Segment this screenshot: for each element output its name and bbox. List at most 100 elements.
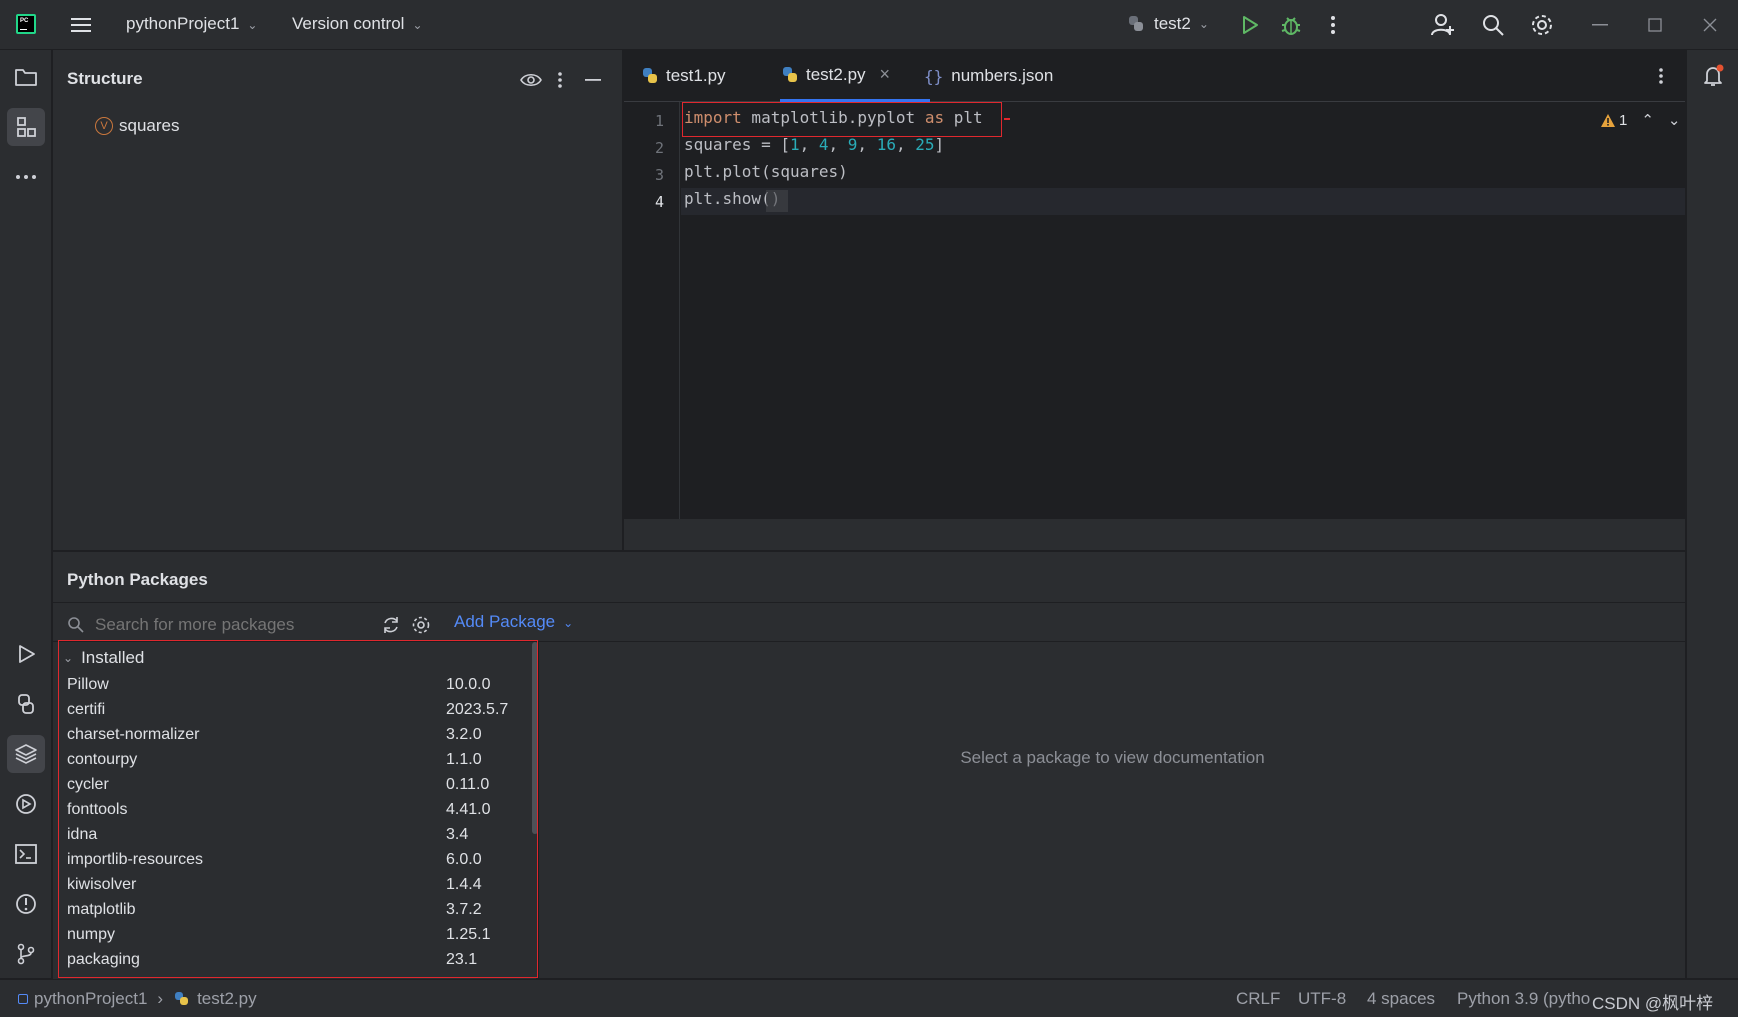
encoding-widget[interactable]: UTF-8	[1298, 989, 1346, 1009]
search-icon	[68, 617, 84, 633]
run-config-name: test2	[1154, 14, 1191, 33]
status-bar: pythonProject1 › test2.py CRLF UTF-8 4 s…	[0, 979, 1738, 1017]
close-window-icon[interactable]	[1698, 14, 1722, 36]
structure-options-icon[interactable]	[553, 68, 567, 92]
previous-highlight-icon[interactable]: ⌃	[1641, 111, 1654, 129]
tab-label: numbers.json	[951, 66, 1054, 85]
python-file-icon	[643, 68, 657, 83]
json-file-icon: {}	[924, 66, 944, 86]
packages-title: Python Packages	[67, 570, 208, 589]
tab-test1-py[interactable]: test1.py	[640, 50, 726, 102]
chevron-down-icon: ⌄	[563, 615, 574, 630]
chevron-down-icon: ⌄	[1198, 17, 1209, 31]
python-file-icon	[783, 66, 797, 82]
hide-panel-icon[interactable]	[583, 68, 603, 92]
run-tool-icon[interactable]	[12, 640, 40, 668]
debug-icon[interactable]	[1279, 13, 1303, 37]
indent-widget[interactable]: 4 spaces	[1367, 989, 1435, 1009]
terminal-icon[interactable]	[12, 840, 40, 868]
code-token: ,	[895, 135, 916, 154]
inspection-widget[interactable]: 1 ⌃ ⌄	[1600, 111, 1681, 129]
breadcrumb: pythonProject1 › test2.py	[18, 989, 257, 1009]
line-number-gutter: 1 2 3 4	[624, 102, 680, 519]
code-token: ,	[799, 135, 819, 154]
line-ending-widget[interactable]: CRLF	[1236, 989, 1280, 1009]
refresh-icon[interactable]	[379, 613, 403, 637]
structure-item-squares[interactable]: V squares	[95, 114, 179, 138]
tab-test2-py[interactable]: test2.py ×	[780, 50, 930, 102]
variable-icon: V	[95, 117, 113, 135]
breadcrumb-separator-icon: ›	[157, 989, 164, 1008]
settings-gear-icon[interactable]	[1529, 12, 1555, 38]
tab-label: test2.py	[806, 64, 866, 84]
chevron-down-icon: ⌄	[412, 17, 423, 32]
python-packages-panel: Python Packages Add Package⌄ ⌄ Installed…	[53, 551, 1685, 979]
line-number: 4	[654, 193, 664, 211]
project-folder-icon[interactable]	[12, 63, 40, 91]
code-token: 16	[876, 135, 896, 154]
package-search-field[interactable]	[67, 610, 377, 640]
code-token: 9	[847, 135, 858, 154]
structure-tool-icon[interactable]	[7, 108, 45, 146]
code-token: 25	[915, 135, 935, 154]
watermark: CSDN @枫叶梓	[1592, 994, 1714, 1013]
package-settings-gear-icon[interactable]	[409, 613, 433, 637]
line-number: 2	[654, 139, 664, 157]
problems-icon[interactable]	[12, 890, 40, 918]
breadcrumb-file[interactable]: test2.py	[197, 989, 257, 1009]
code-token: as	[924, 108, 945, 127]
editor-area: test1.py test2.py × {} numbers.json 1 2 …	[624, 50, 1685, 550]
add-user-icon[interactable]	[1430, 12, 1456, 38]
panel-separator	[53, 602, 1685, 603]
python-console-icon[interactable]	[12, 690, 40, 718]
pycharm-logo-icon: PC	[16, 14, 36, 34]
python-packages-tool-icon[interactable]	[7, 735, 45, 773]
documentation-pane: Select a package to view documentation	[538, 642, 1685, 979]
code-token: 1	[789, 135, 800, 154]
add-package-button[interactable]: Add Package ⌄	[454, 612, 573, 632]
run-config-selector[interactable]: test2 ⌄	[1126, 14, 1209, 34]
interpreter-widget[interactable]: Python 3.9 (pytho	[1457, 989, 1590, 1009]
code-token: 4	[818, 135, 829, 154]
notifications-bell-icon[interactable]	[1699, 62, 1727, 90]
view-options-eye-icon[interactable]	[518, 68, 544, 92]
code-line-2[interactable]: squares = [1, 4, 9, 16, 25]	[684, 135, 944, 154]
project-name: pythonProject1	[126, 14, 240, 33]
more-tools-icon[interactable]	[12, 163, 40, 191]
python-file-icon	[175, 992, 189, 1005]
search-icon[interactable]	[1480, 12, 1506, 38]
code-token: ,	[828, 135, 848, 154]
git-branch-icon[interactable]	[12, 940, 40, 968]
minimize-window-icon[interactable]	[1588, 14, 1612, 36]
structure-panel: Structure V squares	[53, 50, 623, 550]
tab-options-icon[interactable]	[1654, 64, 1668, 88]
breadcrumb-project[interactable]: pythonProject1	[34, 989, 147, 1009]
services-icon[interactable]	[12, 790, 40, 818]
title-bar: PC pythonProject1 ⌄ Version control ⌄ test…	[0, 0, 1738, 50]
project-selector[interactable]: pythonProject1 ⌄	[126, 14, 257, 34]
warning-count: 1	[1619, 111, 1628, 129]
tab-numbers-json[interactable]: {} numbers.json	[924, 50, 1053, 102]
python-icon	[1129, 16, 1143, 31]
line-number: 3	[654, 166, 664, 184]
more-vertical-icon[interactable]	[1323, 13, 1343, 37]
add-package-label: Add Package	[454, 612, 556, 631]
vcs-selector[interactable]: Version control ⌄	[292, 14, 423, 34]
horizontal-scrollbar-track[interactable]	[624, 519, 1685, 550]
main-menu-icon[interactable]	[68, 12, 94, 38]
package-search-input[interactable]	[95, 615, 365, 635]
installed-highlight-box	[58, 640, 538, 978]
right-tool-strip	[1686, 50, 1738, 978]
code-line-3[interactable]: plt.plot(squares)	[684, 162, 848, 181]
code-token: squares = [	[684, 135, 790, 154]
code-line-1[interactable]: import matplotlib.pyplot as plt	[684, 108, 983, 127]
structure-item-label: squares	[119, 116, 180, 135]
maximize-window-icon[interactable]	[1643, 14, 1667, 36]
close-tab-icon[interactable]: ×	[880, 64, 891, 85]
code-token: import	[684, 108, 742, 127]
next-highlight-icon[interactable]: ⌄	[1668, 111, 1681, 129]
error-marker	[1004, 118, 1010, 120]
warning-icon	[1601, 113, 1615, 127]
current-line-highlight	[681, 188, 1685, 215]
run-icon[interactable]	[1238, 13, 1262, 37]
